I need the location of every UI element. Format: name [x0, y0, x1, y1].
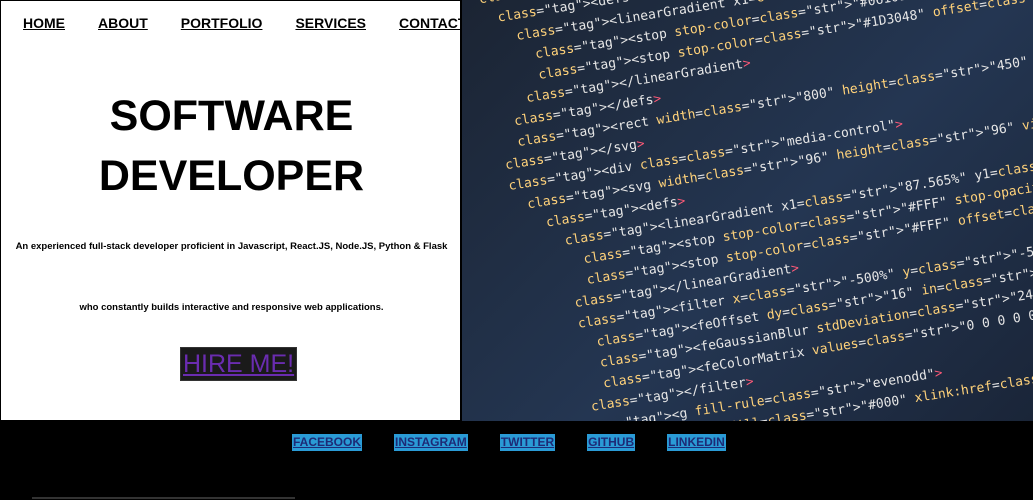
page: HOME ABOUT PORTFOLIO SERVICES CONTACT SO… [0, 0, 1033, 500]
nav-services-link[interactable]: SERVICES [295, 14, 366, 32]
hero-subtitle-line2: who constantly builds interactive and re… [79, 302, 384, 313]
horizontal-scrollbar[interactable] [32, 497, 295, 499]
code-snippet: class="tag"><svg width=class="str">"800"… [462, 0, 1033, 421]
nav-about-link[interactable]: ABOUT [98, 14, 148, 32]
footer: FACEBOOK INSTAGRAM TWITTER GITHUB LINKED… [0, 421, 1033, 500]
nav-home-link[interactable]: HOME [23, 14, 65, 32]
hero-panel: HOME ABOUT PORTFOLIO SERVICES CONTACT SO… [0, 0, 466, 421]
main-nav: HOME ABOUT PORTFOLIO SERVICES CONTACT [23, 14, 499, 32]
github-link[interactable]: GITHUB [587, 434, 636, 451]
facebook-link[interactable]: FACEBOOK [292, 434, 363, 451]
hire-me-button[interactable]: HIRE ME! [180, 347, 298, 381]
hero-title-line2: DEVELOPER [98, 152, 365, 200]
social-links: FACEBOOK INSTAGRAM TWITTER GITHUB LINKED… [292, 434, 758, 451]
nav-contact-link[interactable]: CONTACT [399, 14, 466, 32]
instagram-link[interactable]: INSTAGRAM [394, 434, 468, 451]
linkedin-link[interactable]: LINKEDIN [667, 434, 726, 451]
hero-subtitle-line1: An experienced full-stack developer prof… [15, 241, 448, 252]
nav-portfolio-link[interactable]: PORTFOLIO [181, 14, 263, 32]
hero-title-line1: SOFTWARE [109, 92, 354, 140]
twitter-link[interactable]: TWITTER [499, 434, 556, 451]
code-background-image: class="tag"><svg width=class="str">"800"… [462, 0, 1033, 421]
